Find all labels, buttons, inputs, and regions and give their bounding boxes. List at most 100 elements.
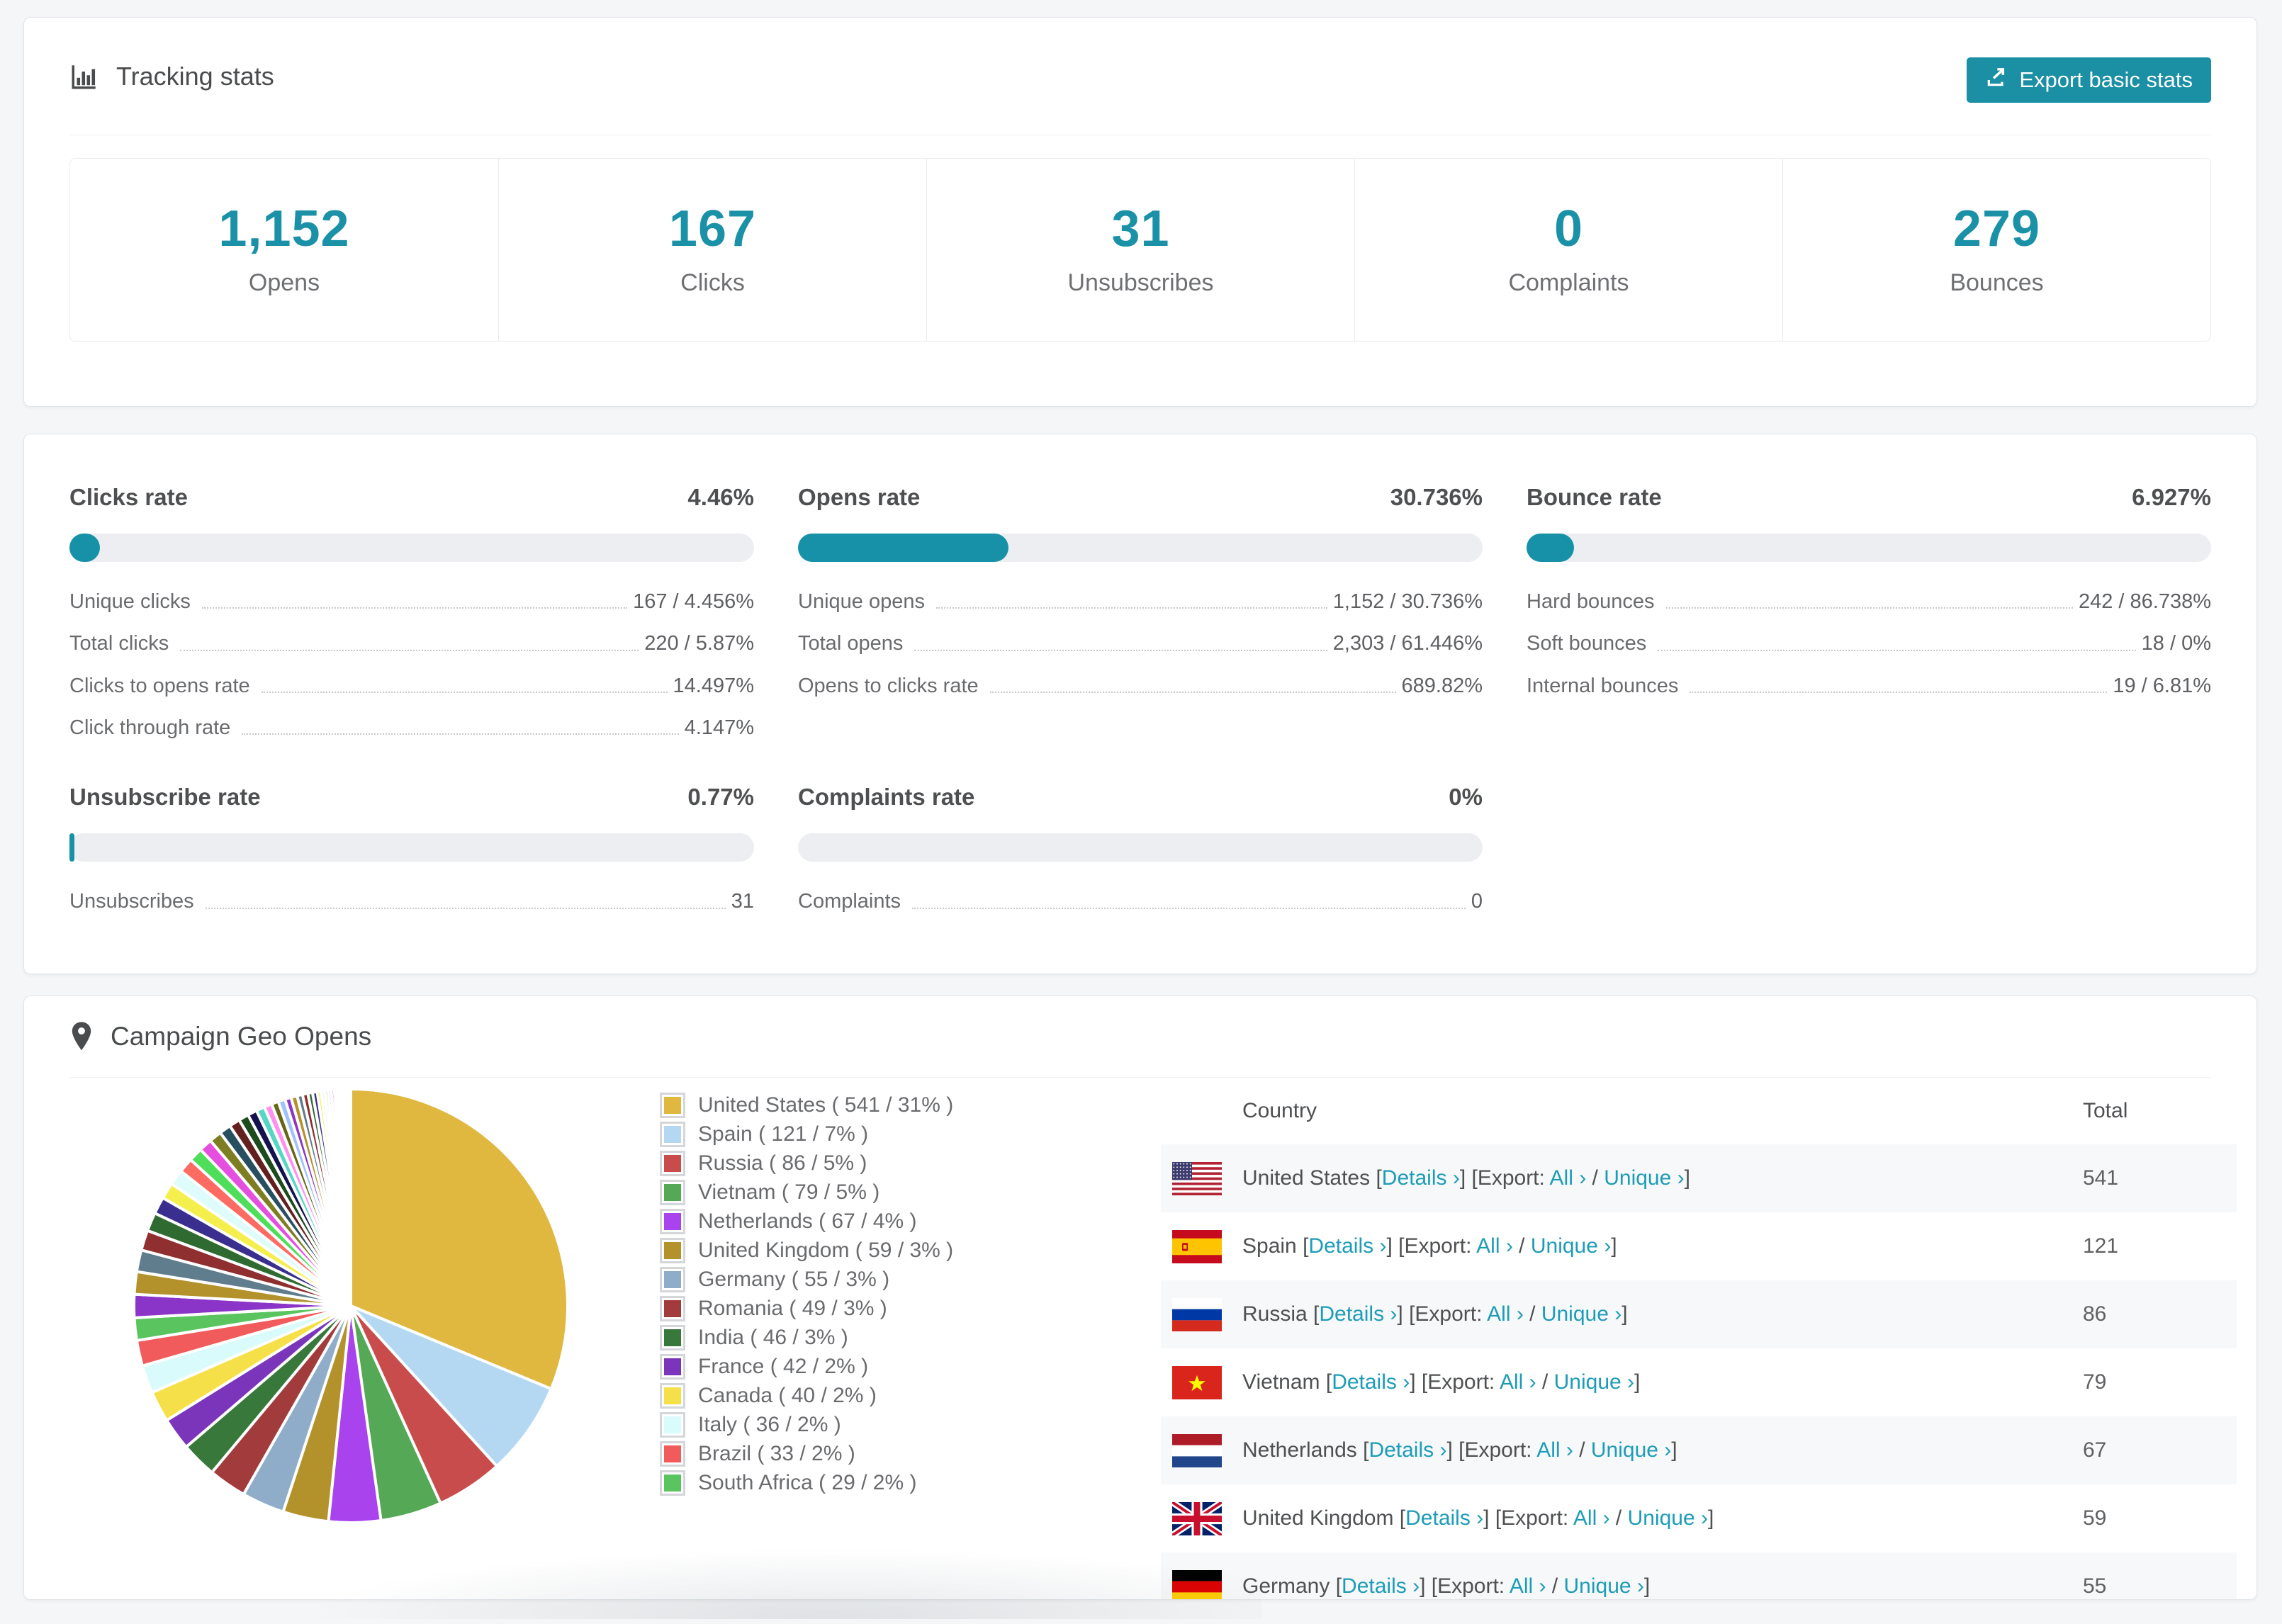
legend-swatch xyxy=(660,1150,685,1176)
rate-title: Clicks rate xyxy=(69,484,188,510)
detail-label: Hard bounces xyxy=(1527,590,1655,613)
details-link[interactable]: Details › xyxy=(1382,1166,1460,1190)
legend-swatch xyxy=(660,1324,685,1350)
detail-value: 1,152 / 30.736% xyxy=(1332,590,1483,613)
export-all-link[interactable]: All › xyxy=(1573,1506,1610,1530)
legend-swatch xyxy=(660,1121,685,1147)
export-unique-link[interactable]: Unique › xyxy=(1554,1370,1634,1394)
geo-content: United States ( 541 / 31% ) Spain ( 121 … xyxy=(24,1078,2256,1599)
rate-title: Opens rate xyxy=(798,484,921,510)
progress-bar-track xyxy=(798,534,1483,562)
legend-item-south-africa: South Africa ( 29 / 2% ) xyxy=(660,1468,953,1497)
export-all-link[interactable]: All › xyxy=(1510,1574,1546,1598)
stat-card-bounces: 279 Bounces xyxy=(1782,159,2210,341)
export-all-link[interactable]: All › xyxy=(1550,1166,1587,1190)
total-cell: 67 xyxy=(2083,1438,2107,1462)
rate-block-unsubscribe-rate: Unsubscribe rate 0.77% Unsubscribes 31 xyxy=(69,784,754,913)
details-link[interactable]: Details › xyxy=(1308,1234,1386,1258)
details-link[interactable]: Details › xyxy=(1319,1302,1397,1326)
detail-row: Internal bounces 19 / 6.81% xyxy=(1527,675,2211,698)
pie-slice-other-42[interactable] xyxy=(348,1087,352,1307)
dotted-leader xyxy=(1658,649,2136,651)
detail-label: Total opens xyxy=(798,632,904,655)
us-flag-icon xyxy=(1172,1161,1222,1195)
legend-label: Netherlands ( 67 / 4% ) xyxy=(698,1209,917,1233)
detail-row: Unique opens 1,152 / 30.736% xyxy=(798,590,1483,614)
export-unique-link[interactable]: Unique › xyxy=(1531,1234,1611,1258)
details-link[interactable]: Details › xyxy=(1368,1438,1446,1462)
progress-bar-track xyxy=(798,833,1483,862)
country-cell: Vietnam [Details ›] [Export: All › / Uni… xyxy=(1242,1370,1641,1394)
legend-swatch xyxy=(660,1208,685,1234)
export-all-link[interactable]: All › xyxy=(1536,1438,1573,1462)
detail-value: 2,303 / 61.446% xyxy=(1332,632,1483,655)
rate-percent: 0.77% xyxy=(687,784,754,811)
dotted-leader xyxy=(914,649,1327,651)
country-cell: Germany [Details ›] [Export: All › / Uni… xyxy=(1242,1574,1651,1598)
legend-item-germany: Germany ( 55 / 3% ) xyxy=(660,1265,953,1294)
rate-title: Bounce rate xyxy=(1527,484,1662,510)
legend-swatch xyxy=(660,1266,685,1292)
dotted-leader xyxy=(180,649,639,651)
stat-value: 279 xyxy=(1952,201,2041,257)
rate-block-bounce-rate: Bounce rate 6.927% Hard bounces 242 / 86… xyxy=(1527,484,2211,740)
stat-card-unsubscribes: 31 Unsubscribes xyxy=(926,159,1354,341)
bar-chart-icon xyxy=(69,62,99,91)
details-link[interactable]: Details › xyxy=(1342,1574,1420,1598)
rate-block-complaints-rate: Complaints rate 0% Complaints 0 xyxy=(798,784,1483,913)
legend-label: India ( 46 / 3% ) xyxy=(698,1325,848,1349)
dotted-leader xyxy=(1665,607,2073,609)
detail-value: 220 / 5.87% xyxy=(644,632,754,655)
rate-percent: 0% xyxy=(1449,784,1483,811)
export-unique-link[interactable]: Unique › xyxy=(1591,1438,1671,1462)
export-basic-stats-button[interactable]: Export basic stats xyxy=(1967,57,2211,103)
stat-card-clicks: 167 Clicks xyxy=(498,159,926,341)
details-link[interactable]: Details › xyxy=(1405,1506,1483,1530)
table-row-spain: Spain [Details ›] [Export: All › / Uniqu… xyxy=(1161,1212,2237,1280)
table-header-row: Country Total xyxy=(1161,1078,2237,1144)
legend-label: Spain ( 121 / 7% ) xyxy=(698,1122,869,1146)
rate-percent: 4.46% xyxy=(687,484,754,510)
country-cell: Netherlands [Details ›] [Export: All › /… xyxy=(1242,1438,1677,1462)
stats-row: 1,152 Opens 167 Clicks 31 Unsubscribes 0 Co… xyxy=(69,158,2211,342)
rate-percent: 6.927% xyxy=(2132,484,2211,510)
total-column-header: Total xyxy=(2083,1099,2128,1122)
stat-value: 167 xyxy=(668,201,757,257)
tracking-stats-title: Tracking stats xyxy=(116,61,274,91)
legend-item-netherlands: Netherlands ( 67 / 4% ) xyxy=(660,1207,953,1236)
export-unique-link[interactable]: Unique › xyxy=(1628,1506,1708,1530)
table-row-vietnam: Vietnam [Details ›] [Export: All › / Uni… xyxy=(1161,1348,2237,1416)
legend-label: Brazil ( 33 / 2% ) xyxy=(698,1441,855,1465)
total-cell: 59 xyxy=(2083,1506,2107,1530)
legend-item-romania: Romania ( 49 / 3% ) xyxy=(660,1294,953,1323)
progress-bar-track xyxy=(1527,534,2211,562)
geo-title: Campaign Geo Opens xyxy=(111,1022,372,1051)
export-all-link[interactable]: All › xyxy=(1476,1234,1513,1258)
export-unique-link[interactable]: Unique › xyxy=(1541,1302,1621,1326)
detail-value: 14.497% xyxy=(673,674,755,697)
legend-label: Russia ( 86 / 5% ) xyxy=(698,1151,867,1175)
total-cell: 121 xyxy=(2083,1234,2119,1258)
export-all-link[interactable]: All › xyxy=(1500,1370,1536,1394)
detail-value: 4.147% xyxy=(684,716,754,740)
legend-swatch xyxy=(660,1382,685,1409)
table-body: United States [Details ›] [Export: All ›… xyxy=(1161,1144,2237,1599)
table-row-united-states: United States [Details ›] [Export: All ›… xyxy=(1161,1144,2237,1212)
legend-item-spain: Spain ( 121 / 7% ) xyxy=(660,1120,953,1149)
export-unique-link[interactable]: Unique › xyxy=(1564,1574,1644,1598)
detail-row: Total opens 2,303 / 61.446% xyxy=(798,632,1483,655)
country-cell: United Kingdom [Details ›] [Export: All … xyxy=(1242,1506,1714,1530)
total-cell: 55 xyxy=(2083,1574,2107,1598)
details-link[interactable]: Details › xyxy=(1332,1370,1410,1394)
legend-label: Vietnam ( 79 / 5% ) xyxy=(698,1180,880,1204)
export-all-link[interactable]: All › xyxy=(1487,1302,1524,1326)
detail-label: Soft bounces xyxy=(1527,632,1647,655)
detail-label: Unique clicks xyxy=(69,590,191,613)
rate-percent: 30.736% xyxy=(1390,484,1483,510)
stat-value: 31 xyxy=(1111,201,1170,257)
gb-flag-icon xyxy=(1172,1501,1222,1535)
detail-value: 0 xyxy=(1471,890,1483,913)
dotted-leader xyxy=(201,607,628,609)
stat-label: Bounces xyxy=(1950,269,2044,296)
export-unique-link[interactable]: Unique › xyxy=(1604,1166,1684,1190)
